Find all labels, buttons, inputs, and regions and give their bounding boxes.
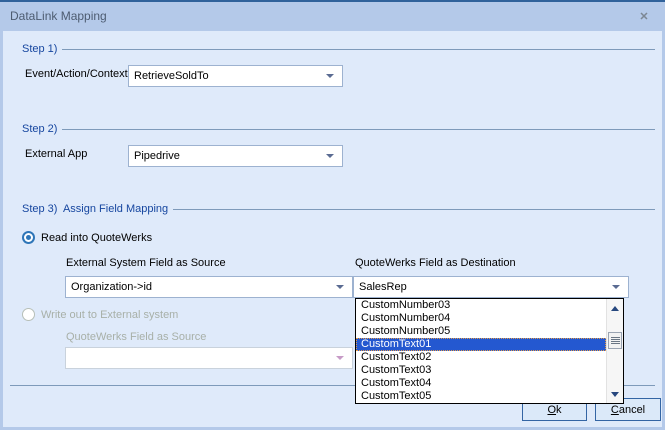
quotewerks-source-combobox (65, 347, 353, 369)
radio-dot (26, 235, 31, 240)
step3-legend-label: Step 3) Assign Field Mapping (22, 203, 173, 215)
external-app-value: Pipedrive (129, 150, 326, 162)
titlebar: DataLink Mapping ✕ (0, 0, 665, 31)
list-item[interactable]: CustomNumber04 (356, 312, 606, 325)
list-item[interactable]: CustomNumber05 (356, 325, 606, 338)
external-source-field-label: External System Field as Source (66, 257, 226, 269)
destination-combobox[interactable]: SalesRep (353, 276, 629, 298)
step1-legend-label: Step 1) (22, 43, 62, 55)
event-action-context-combobox[interactable]: RetrieveSoldTo (128, 65, 343, 87)
chevron-down-icon[interactable] (326, 74, 334, 78)
step2-legend-label: Step 2) (22, 123, 62, 135)
list-item[interactable]: CustomText02 (356, 351, 606, 364)
cancel-button-label: Cancel (611, 404, 645, 416)
group-line (173, 209, 655, 210)
chevron-down-icon (336, 356, 344, 360)
step3-group-legend: Step 3) Assign Field Mapping (22, 203, 655, 215)
datalink-mapping-dialog: DataLink Mapping ✕ Step 1) Event/Action/… (0, 0, 665, 430)
external-app-combobox[interactable]: Pipedrive (128, 145, 343, 167)
scroll-down-icon[interactable] (607, 386, 623, 402)
scroll-up-icon[interactable] (607, 300, 623, 316)
external-source-combobox[interactable]: Organization->id (65, 276, 353, 298)
external-source-value: Organization->id (66, 281, 336, 293)
list-item[interactable]: CustomNumber03 (356, 299, 606, 312)
ok-button-label: Ok (547, 404, 561, 416)
event-action-context-value: RetrieveSoldTo (129, 70, 326, 82)
dropdown-scrollbar[interactable] (606, 299, 623, 403)
chevron-down-icon[interactable] (336, 285, 344, 289)
step1-group-legend: Step 1) (22, 43, 655, 55)
quotewerks-source-field-label: QuoteWerks Field as Source (66, 331, 206, 343)
destination-field-label: QuoteWerks Field as Destination (355, 257, 516, 269)
list-item[interactable]: CustomText05 (356, 390, 606, 403)
list-item[interactable]: CustomText03 (356, 364, 606, 377)
external-app-label: External App (25, 148, 87, 160)
dropdown-items: CustomNumber03CustomNumber04CustomNumber… (356, 299, 606, 403)
step2-group-legend: Step 2) (22, 123, 655, 135)
event-action-context-label: Event/Action/Context (25, 68, 128, 80)
chevron-down-icon[interactable] (612, 285, 620, 289)
list-item[interactable]: CustomText01 (356, 338, 606, 351)
thumb-grip-icon (611, 337, 620, 344)
destination-dropdown-list: CustomNumber03CustomNumber04CustomNumber… (355, 298, 624, 404)
close-icon[interactable]: ✕ (636, 9, 652, 25)
read-into-quotewerks-radio[interactable] (22, 231, 35, 244)
write-out-radio (22, 308, 35, 321)
group-line (62, 129, 655, 130)
read-into-quotewerks-label[interactable]: Read into QuoteWerks (41, 232, 152, 244)
destination-value: SalesRep (354, 281, 612, 293)
scrollbar-thumb[interactable] (608, 332, 622, 349)
group-line (62, 49, 655, 50)
write-out-label: Write out to External system (41, 309, 178, 321)
list-item[interactable]: CustomText04 (356, 377, 606, 390)
chevron-down-icon[interactable] (326, 154, 334, 158)
dialog-title: DataLink Mapping (10, 2, 107, 31)
